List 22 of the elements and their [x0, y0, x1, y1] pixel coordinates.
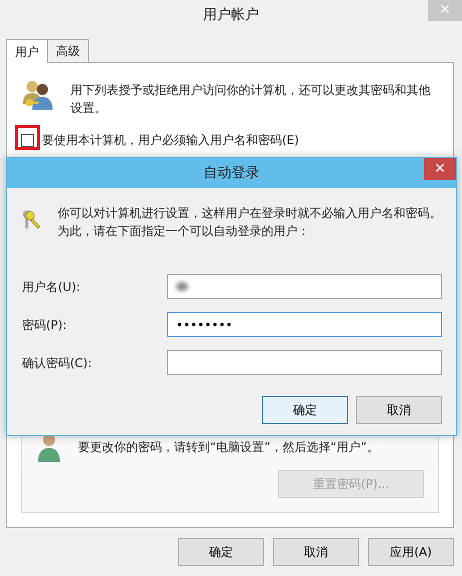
checkbox-label: 要使用本计算机，用户必须输入用户名和密码(E): [42, 132, 299, 149]
description-text: 用下列表授予或拒绝用户访问你的计算机，还可以更改其密码和其他设置。: [70, 82, 432, 117]
input-field[interactable]: ••••••••: [167, 312, 442, 337]
dialog-button[interactable]: 取消: [273, 538, 359, 566]
checkbox[interactable]: [21, 134, 34, 146]
input-field[interactable]: [167, 350, 442, 375]
close-button[interactable]: ✕: [424, 158, 456, 180]
dialog-description: 你可以对计算机进行设置，这样用户在登录时就不必输入用户名和密码。为此，请在下面指定一个可以自动登录的用户：: [58, 205, 442, 240]
password-note: 要更改你的密码，请转到“电脑设置”，然后选择“用户”。: [78, 439, 379, 456]
dialog-button[interactable]: 取消: [356, 396, 442, 424]
redacted-mark: [176, 282, 188, 291]
input-field[interactable]: [167, 274, 442, 299]
dialog-button[interactable]: 确定: [178, 538, 264, 566]
field-label: 确认密码(C):: [22, 354, 93, 372]
window-title: 用户帐户: [203, 6, 259, 24]
field-label: 密码(P):: [22, 316, 68, 334]
dialog-title: 自动登录: [204, 164, 260, 182]
dialog-button[interactable]: 应用(A): [368, 538, 454, 566]
dialog-button[interactable]: 确定: [262, 396, 348, 424]
tab[interactable]: 用户: [6, 39, 48, 63]
tab[interactable]: 高级: [47, 39, 89, 62]
field-label: 用户名(U):: [22, 278, 82, 296]
